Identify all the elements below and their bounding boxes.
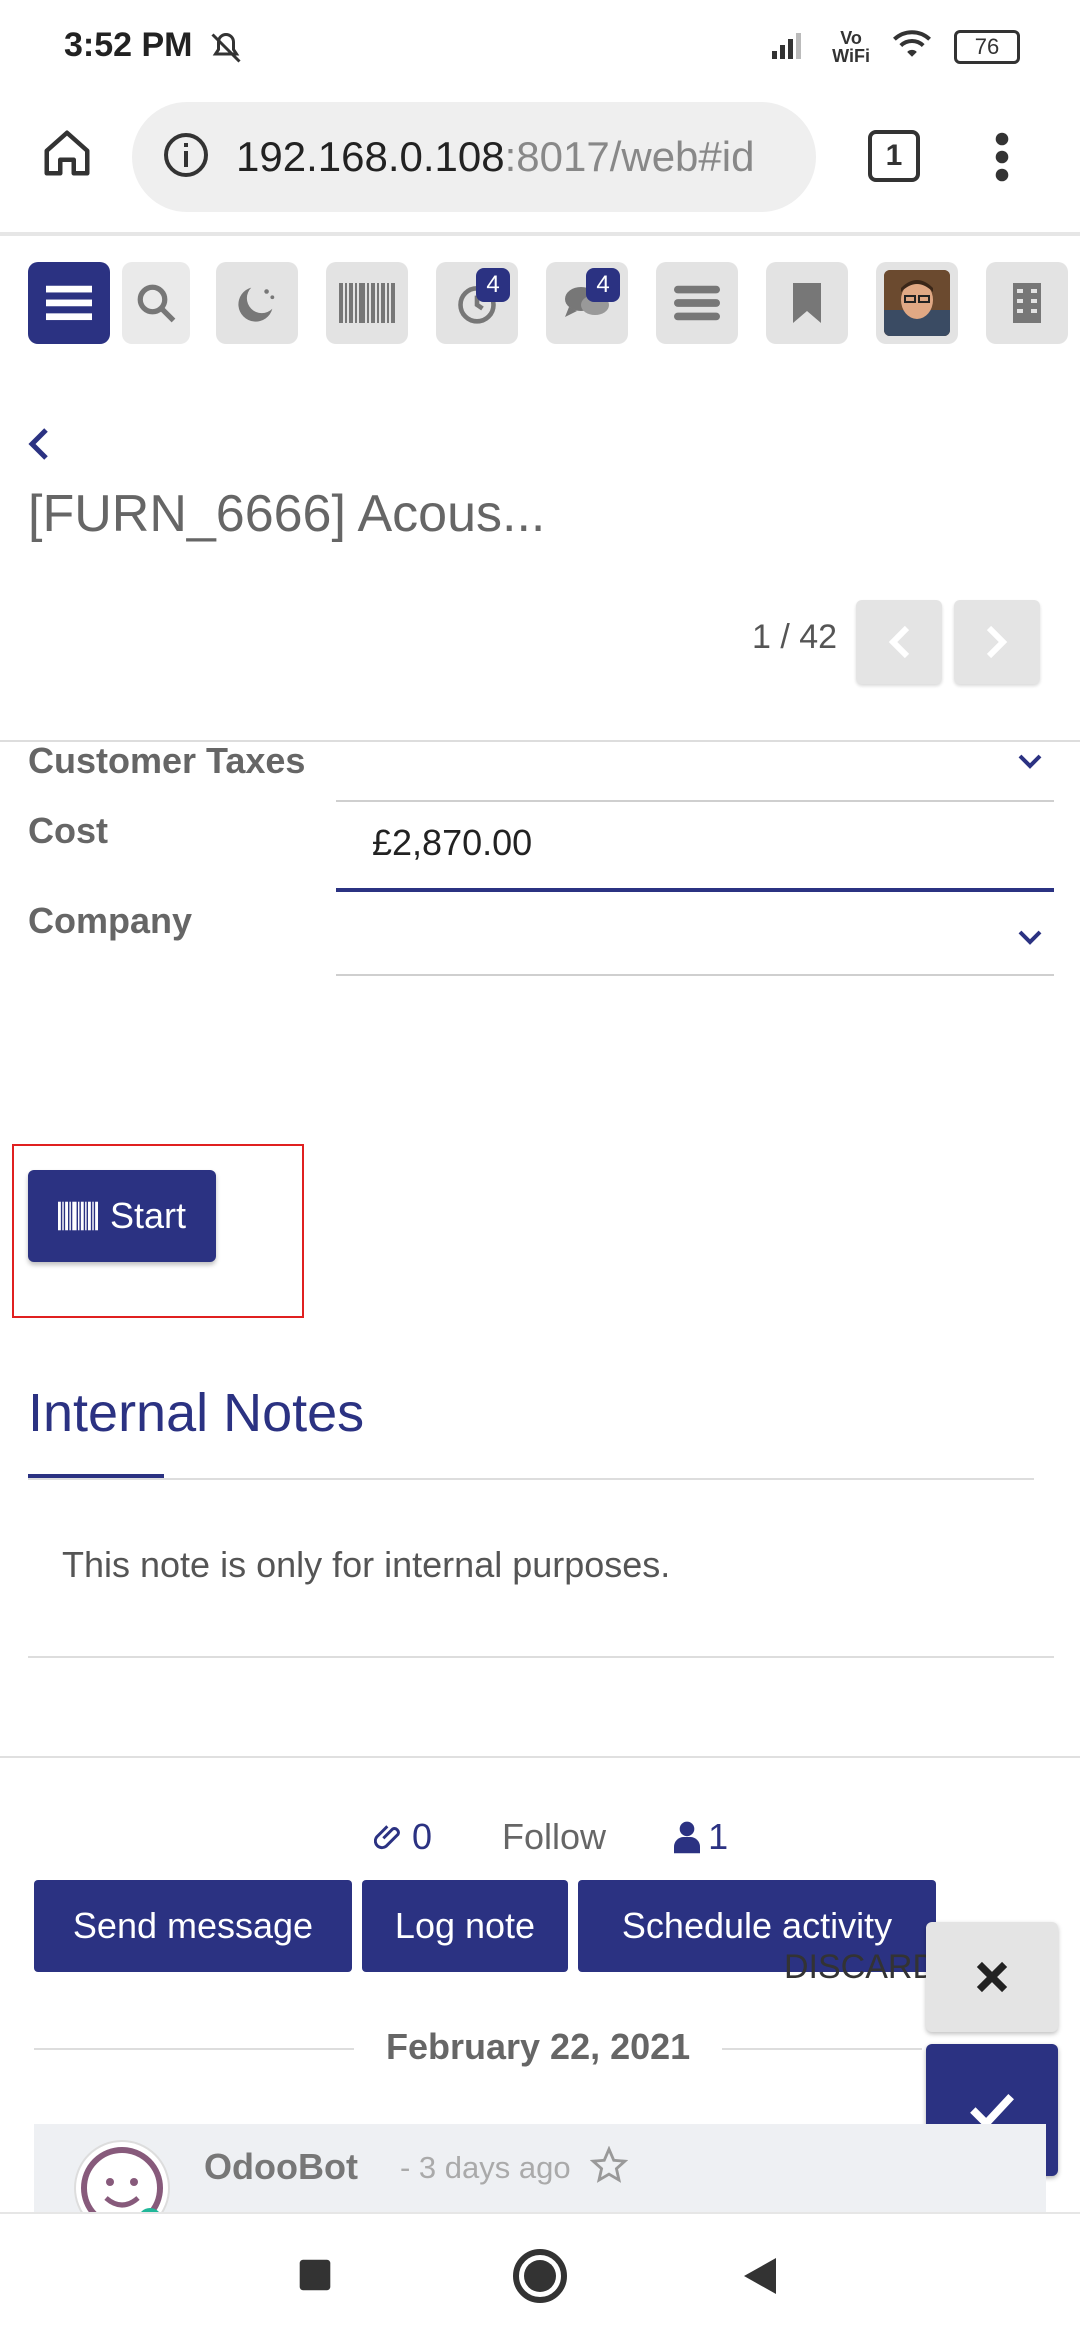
previous-record-button[interactable] (856, 600, 942, 684)
home-nav-icon[interactable] (512, 2248, 568, 2309)
date-separator-right (722, 2048, 922, 2050)
dark-mode-button[interactable] (216, 262, 298, 344)
attachments-button[interactable]: 0 (374, 1816, 432, 1858)
mute-icon (208, 30, 244, 71)
chatter-topbar: 0 Follow 1 (374, 1816, 728, 1858)
start-button-label: Start (109, 1195, 187, 1236)
send-message-button[interactable]: Send message (34, 1880, 352, 1972)
active-tab-underline (28, 1474, 164, 1478)
hamburger-icon (46, 285, 92, 321)
record-title: [FURN_6666] Acous... (28, 485, 546, 543)
more-menu-icon[interactable] (992, 130, 1012, 189)
chevron-down-icon (1018, 930, 1042, 945)
back-nav-icon[interactable] (740, 2254, 780, 2303)
cost-input[interactable]: £2,870.00 (372, 822, 532, 864)
browser-divider (0, 232, 1080, 236)
signal-icon (770, 29, 810, 64)
pager-counter: 1 / 42 (752, 618, 838, 656)
message-time: - 3 days ago (400, 2150, 571, 2185)
customer-taxes-underline (336, 800, 1054, 802)
url-bar[interactable]: 192.168.0.108:8017/web#id (132, 102, 816, 212)
company-dropdown[interactable] (1016, 928, 1044, 953)
status-icons: Vo WiFi 76 (770, 28, 1020, 65)
user-avatar-button[interactable] (876, 262, 958, 344)
discard-button[interactable] (926, 1922, 1058, 2032)
info-icon[interactable] (162, 131, 210, 184)
company-label: Company (28, 900, 193, 941)
vowifi-icon: Vo WiFi (832, 27, 870, 66)
activity-badge: 4 (476, 268, 510, 302)
moon-icon (238, 287, 275, 322)
star-icon[interactable] (589, 2145, 629, 2189)
url-text: 192.168.0.108:8017/web#id (236, 133, 755, 180)
barcode-icon (57, 1201, 98, 1231)
close-icon (976, 1961, 1008, 1993)
wifi-icon (892, 28, 932, 65)
messages-badge: 4 (586, 268, 620, 302)
avatar (884, 270, 950, 336)
customer-taxes-dropdown[interactable] (1016, 752, 1044, 777)
bookmark-button[interactable] (766, 262, 848, 344)
company-underline (336, 974, 1054, 976)
home-icon[interactable] (40, 126, 94, 185)
check-icon (970, 2093, 1014, 2128)
date-separator-left (34, 2048, 354, 2050)
chatter-divider (0, 1756, 1080, 1758)
building-icon (1013, 283, 1041, 323)
menu-button[interactable] (28, 262, 110, 344)
bookmark-icon (793, 283, 821, 323)
barcode-button[interactable] (326, 262, 408, 344)
cost-label: Cost (28, 810, 108, 851)
next-record-button[interactable] (954, 600, 1040, 684)
chevron-right-icon (986, 625, 1008, 659)
follow-button[interactable]: Follow (502, 1816, 606, 1858)
customer-taxes-label: Customer Taxes (28, 740, 306, 781)
back-arrow-icon[interactable] (24, 424, 52, 469)
log-note-button[interactable]: Log note (362, 1880, 568, 1972)
notes-divider (28, 1478, 1034, 1480)
chevron-down-icon (1018, 754, 1042, 769)
start-button[interactable]: Start (28, 1170, 216, 1262)
tab-switcher-button[interactable]: 1 (868, 130, 920, 182)
search-button[interactable] (122, 262, 190, 344)
search-icon (137, 284, 176, 323)
followers-button[interactable]: 1 (674, 1816, 728, 1858)
discard-label: DISCARD (784, 1948, 938, 1986)
recents-nav-icon[interactable] (298, 2258, 332, 2297)
message-date: February 22, 2021 (386, 2026, 691, 2067)
paperclip-icon (374, 1825, 400, 1850)
battery-icon: 76 (954, 29, 1020, 64)
activity-button[interactable]: 4 (436, 262, 518, 344)
messages-button[interactable]: 4 (546, 262, 628, 344)
tab-internal-notes[interactable]: Internal Notes (28, 1382, 364, 1444)
user-icon (674, 1821, 701, 1854)
status-time: 3:52 PM (64, 26, 193, 64)
notes-bottom-divider (28, 1656, 1054, 1658)
barcode-icon (339, 283, 395, 323)
company-button[interactable] (986, 262, 1068, 344)
list-button[interactable] (656, 262, 738, 344)
bars-icon (674, 285, 720, 321)
chevron-left-icon (888, 625, 910, 659)
internal-note-text[interactable]: This note is only for internal purposes. (62, 1544, 670, 1586)
message-author[interactable]: OdooBot (204, 2146, 358, 2188)
cost-underline (336, 888, 1054, 892)
